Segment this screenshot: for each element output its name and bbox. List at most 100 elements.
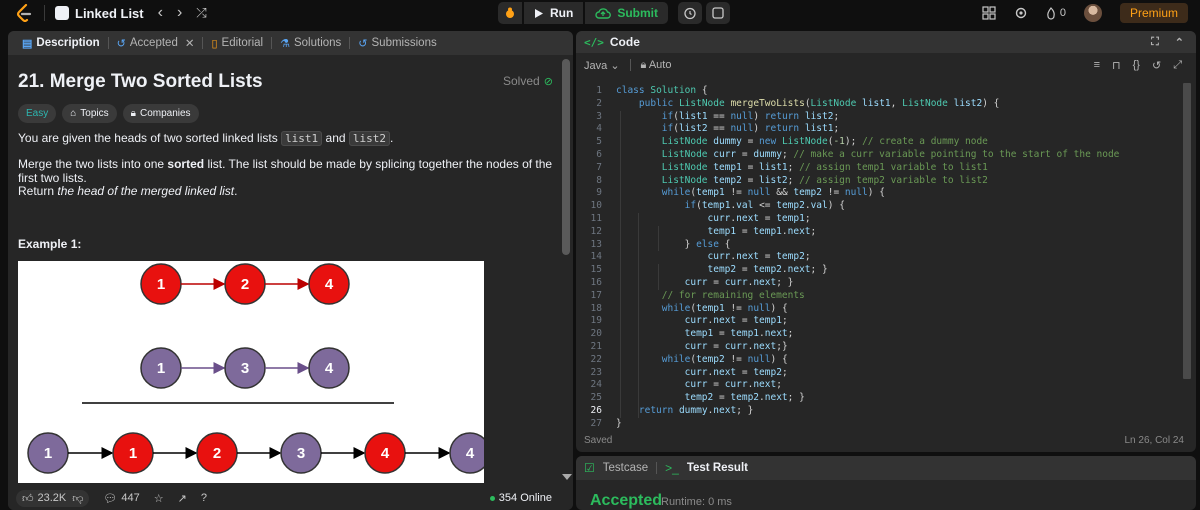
line-number: 23 (590, 366, 602, 378)
code-line[interactable]: 18 while(temp1 != null) { (576, 303, 1181, 316)
braces-icon[interactable]: {} (1133, 59, 1140, 72)
problem-tags: Easy ⌂ Topics 🔒︎ Companies (18, 104, 199, 123)
code-line[interactable]: 16 curr = curr.next; } (576, 277, 1181, 290)
scroll-down-icon[interactable] (562, 474, 572, 480)
bug-icon (506, 7, 514, 18)
line-number: 22 (590, 353, 602, 365)
like-button[interactable]: 👍︎ 23.2K (22, 492, 66, 505)
code-text: while(temp1 != null) { (661, 302, 788, 314)
code-text: curr.next = temp1; (707, 213, 811, 224)
prev-problem-icon[interactable]: ‹ (158, 4, 163, 22)
comments-button[interactable]: 💬︎ 447 (103, 492, 139, 505)
scrollbar-thumb[interactable] (562, 59, 570, 255)
line-number: 10 (590, 200, 602, 212)
tab-test-result[interactable]: Test Result (687, 462, 748, 474)
code-line[interactable]: 12 temp1 = temp1.next; (576, 226, 1181, 239)
save-status: Saved (584, 435, 613, 446)
tab-solutions[interactable]: ⚗ Solutions (274, 37, 347, 50)
code-line[interactable]: 20 temp1 = temp1.next; (576, 328, 1181, 341)
thumbs-down-icon[interactable]: 👎︎ (72, 492, 83, 505)
code-editor[interactable]: 1 class Solution {2 public ListNode merge… (576, 83, 1196, 449)
list1-node: 1 (140, 263, 182, 305)
star-icon[interactable]: ☆ (154, 492, 164, 505)
code-line[interactable]: 11 curr.next = temp1; (576, 213, 1181, 226)
submit-button[interactable]: Submit (585, 2, 668, 24)
tab-testcase[interactable]: Testcase (603, 462, 648, 474)
flask-icon: ⚗ (280, 37, 290, 50)
code-line[interactable]: 5 ListNode dummy = new ListNode(-1); // … (576, 136, 1181, 149)
description-tabs: ▤ Description ↺ Accepted ✕ ▯ Editorial ⚗… (8, 31, 573, 55)
code-line[interactable]: 7 ListNode temp1 = list1; // assign temp… (576, 162, 1181, 175)
share-icon[interactable]: ↗ (178, 492, 187, 505)
checkbox-icon: ☑ (584, 461, 595, 475)
code-line[interactable]: 27} (576, 418, 1181, 431)
debug-button[interactable] (498, 2, 522, 24)
collapse-icon[interactable]: ⌃ (1175, 36, 1184, 49)
scrollbar-thumb[interactable] (1183, 83, 1191, 379)
code-text: ListNode curr = dummy; // make a curr va… (661, 149, 1120, 160)
svg-text:1: 1 (129, 445, 137, 462)
next-problem-icon[interactable]: › (177, 4, 182, 22)
description-panel: ▤ Description ↺ Accepted ✕ ▯ Editorial ⚗… (8, 31, 573, 510)
play-icon (535, 8, 543, 18)
topics-button[interactable]: ⌂ Topics (62, 104, 117, 123)
companies-button[interactable]: 🔒︎ Companies (122, 104, 199, 123)
format-icon[interactable]: ≡ (1094, 59, 1100, 72)
merged-node: 3 (280, 432, 322, 474)
tab-editorial[interactable]: ▯ Editorial (205, 37, 269, 50)
settings-gear-icon[interactable] (1014, 6, 1028, 20)
code-line[interactable]: 3 if(list1 == null) return list2; (576, 111, 1181, 124)
code-text: // for remaining elements (661, 289, 805, 301)
code-line[interactable]: 22 while(temp2 != null) { (576, 354, 1181, 367)
code-line[interactable]: 25 temp2 = temp2.next; } (576, 392, 1181, 405)
premium-button[interactable]: Premium (1119, 3, 1188, 23)
line-number: 14 (590, 251, 602, 263)
layout-grid-icon[interactable] (982, 6, 996, 20)
code-line[interactable]: 13 } else { (576, 239, 1181, 252)
reset-icon[interactable]: ↺ (1152, 59, 1161, 72)
leetcode-logo[interactable] (14, 3, 34, 23)
list2-node: 3 (224, 347, 266, 389)
description-scrollbar[interactable] (560, 55, 573, 510)
language-select[interactable]: Java ⌄ (584, 59, 620, 72)
notes-button[interactable] (706, 2, 730, 24)
problem-list-button[interactable]: Linked List (55, 6, 144, 21)
alarm-clock-icon (684, 7, 696, 20)
code-line[interactable]: 24 curr = curr.next; (576, 379, 1181, 392)
help-icon[interactable]: ? (201, 492, 207, 504)
code-line[interactable]: 26 return dummy.next; } (576, 405, 1181, 418)
code-text: while(temp1 != null && temp2 != null) { (661, 187, 885, 199)
code-panel: </> Code ⛶ ⌃ Java ⌄ 🔒︎ Auto ≡ ⊓ {} ↺ ⤢ 1… (576, 31, 1196, 452)
code-line[interactable]: 23 curr.next = temp2; (576, 367, 1181, 380)
code-line[interactable]: 9 while(temp1 != null && temp2 != null) … (576, 187, 1181, 200)
auto-mode[interactable]: 🔒︎ Auto (641, 59, 672, 72)
expand-icon[interactable]: ⤢ (1173, 59, 1182, 72)
code-line[interactable]: 8 ListNode temp2 = list2; // assign temp… (576, 175, 1181, 188)
code-text: if(list2 == null) return list1; (661, 123, 840, 135)
shuffle-icon[interactable]: ⤮ (196, 5, 206, 21)
streak-counter[interactable]: 0 (1046, 6, 1066, 20)
user-avatar[interactable] (1083, 4, 1102, 22)
maximize-icon[interactable]: ⛶ (1151, 36, 1159, 49)
code-line[interactable]: 6 ListNode curr = dummy; // make a curr … (576, 149, 1181, 162)
code-line[interactable]: 14 curr.next = temp2; (576, 251, 1181, 264)
tab-submissions[interactable]: ↺ Submissions (352, 37, 442, 50)
timer-button[interactable] (678, 2, 702, 24)
editor-scrollbar[interactable] (1182, 83, 1192, 447)
code-line[interactable]: 2 public ListNode mergeTwoLists(ListNode… (576, 98, 1181, 111)
tab-description[interactable]: ▤ Description (16, 37, 106, 50)
run-button[interactable]: Run (524, 2, 584, 24)
code-header-actions: ⛶ ⌃ (1151, 36, 1184, 49)
problem-paragraph-1: You are given the heads of two sorted li… (18, 131, 393, 146)
tab-accepted[interactable]: ↺ Accepted ✕ (111, 36, 201, 50)
code-line[interactable]: 21 curr = curr.next;} (576, 341, 1181, 354)
code-line[interactable]: 4 if(list2 == null) return list1; (576, 123, 1181, 136)
bookmark-icon[interactable]: ⊓ (1112, 59, 1121, 72)
code-line[interactable]: 17 // for remaining elements (576, 290, 1181, 303)
code-line[interactable]: 1 class Solution { (576, 85, 1181, 98)
code-line[interactable]: 10 if(temp1.val <= temp2.val) { (576, 200, 1181, 213)
close-tab-icon[interactable]: ✕ (185, 36, 195, 50)
code-line[interactable]: 19 curr.next = temp1; (576, 315, 1181, 328)
comment-count: 447 (121, 492, 140, 504)
code-line[interactable]: 15 temp2 = temp2.next; } (576, 264, 1181, 277)
